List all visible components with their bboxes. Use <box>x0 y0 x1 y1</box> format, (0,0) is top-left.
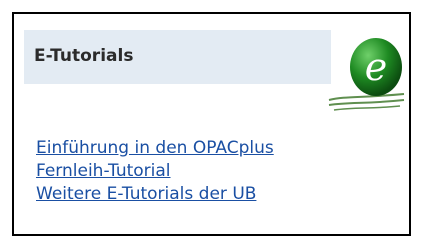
e-tutorials-panel: E-Tutorials e Einführung in den OPACplus… <box>12 12 411 236</box>
e-learning-logo-icon: e <box>326 30 406 118</box>
tutorial-links: Einführung in den OPACplus Fernleih-Tuto… <box>36 137 274 206</box>
link-opacplus-intro[interactable]: Einführung in den OPACplus <box>36 137 274 160</box>
link-more-e-tutorials[interactable]: Weitere E-Tutorials der UB <box>36 183 274 206</box>
panel-header: E-Tutorials e <box>14 14 409 111</box>
link-fernleih-tutorial[interactable]: Fernleih-Tutorial <box>36 160 274 183</box>
panel-title: E-Tutorials <box>34 46 134 66</box>
logo-letter: e <box>365 45 388 89</box>
